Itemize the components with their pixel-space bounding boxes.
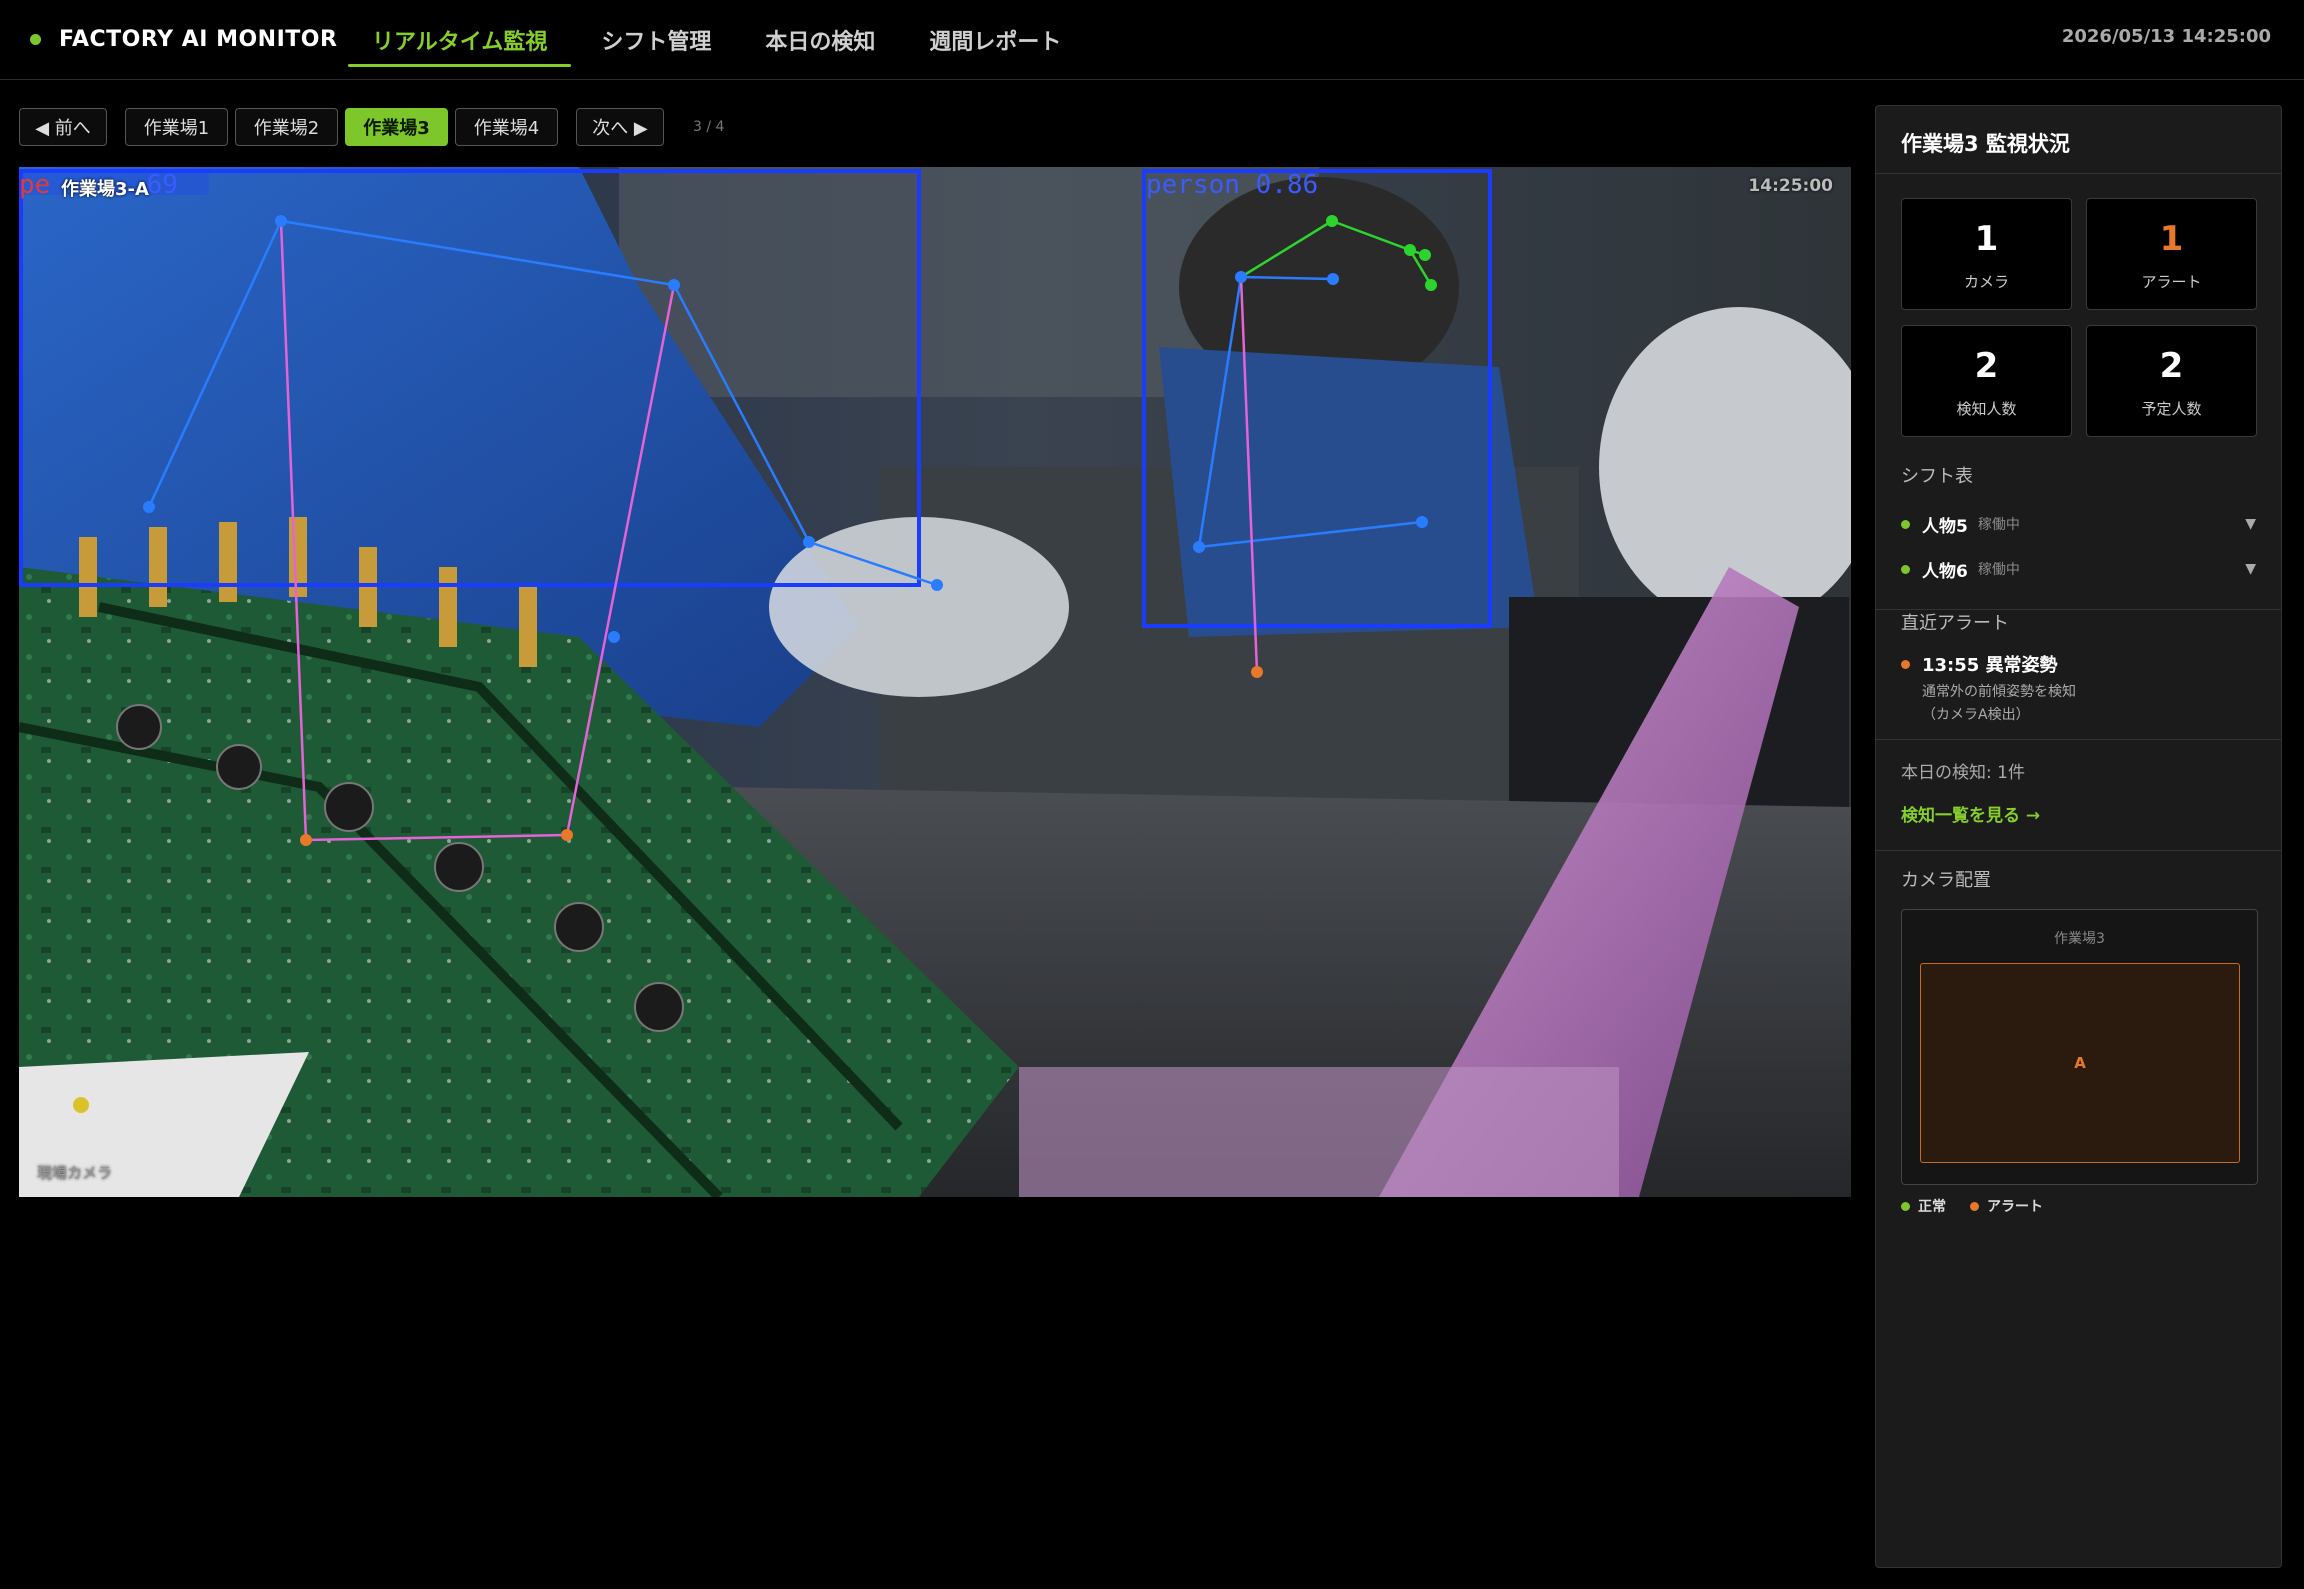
map-camera-label: A: [2074, 1054, 2086, 1072]
detection-label-2: person 0.86: [1146, 170, 1318, 200]
status-dot-icon: [1901, 519, 1910, 529]
camera-tab-1[interactable]: 作業場1: [125, 108, 228, 146]
next-button[interactable]: 次へ ▶: [576, 108, 664, 146]
tab-today-detections[interactable]: 本日の検知: [741, 0, 899, 80]
stat-label: 検知人数: [1956, 400, 2017, 418]
shift-status: 稼働中: [1977, 562, 2020, 578]
shift-row[interactable]: 人物5 稼働中 ▼: [1901, 510, 2256, 538]
alert-section-title: 直近アラート: [1901, 613, 2009, 634]
status-panel: 作業場3 監視状況 1 カメラ 1 アラート 2 検知人数 2 予定人数 シフト…: [1875, 105, 2282, 1568]
tab-shift-management[interactable]: シフト管理: [577, 0, 735, 80]
camera-map: 作業場3 A: [1901, 909, 2258, 1185]
stat-detected-people: 2 検知人数: [1901, 325, 2072, 437]
video-feed: pe .69 person 0.86 作業場3-A 14:25:00 現場カメラ: [19, 167, 1851, 1197]
map-legend: 正常 アラート: [1901, 1196, 2067, 1216]
clock: 2026/05/13 14:25:00: [2061, 26, 2271, 47]
stat-scheduled-people: 2 予定人数: [2086, 325, 2257, 437]
legend-label: アラート: [1987, 1199, 2043, 1215]
camera-timestamp: 14:25:00: [1748, 176, 1833, 196]
stat-label: カメラ: [1963, 273, 2009, 291]
brand-name: FACTORY AI MONITOR: [59, 26, 338, 52]
stat-alerts: 1 アラート: [2086, 198, 2257, 310]
divider: [1876, 173, 2281, 174]
shift-name: 人物5: [1922, 516, 1968, 537]
alert-item[interactable]: 13:55 異常姿勢 通常外の前傾姿勢を検知 （カメラA検出）: [1901, 651, 2261, 727]
divider: [1876, 850, 2281, 851]
shift-row[interactable]: 人物6 稼働中 ▼: [1901, 555, 2256, 583]
map-zone-label: 作業場3: [2054, 931, 2105, 947]
today-detection-count: 本日の検知: 1件: [1901, 763, 2025, 783]
alert-dot-icon: [1901, 660, 1910, 669]
alert-description: 通常外の前傾姿勢を検知 （カメラA検出）: [1922, 681, 2261, 727]
stat-value: 1: [1974, 219, 1999, 259]
tab-realtime-monitor[interactable]: リアルタイム監視: [348, 0, 572, 80]
alert-heading: 13:55 異常姿勢: [1922, 655, 2058, 676]
divider: [1876, 739, 2281, 740]
detection-label-prefix: pe: [19, 170, 50, 200]
shift-status: 稼働中: [1977, 517, 2020, 533]
camera-type-label: 現場カメラ: [37, 1164, 113, 1182]
legend-dot-icon: [1970, 1201, 1979, 1211]
alert-desc-line: （カメラA検出）: [1922, 707, 2030, 723]
view-detections-link[interactable]: 検知一覧を見る →: [1901, 801, 2040, 826]
prev-button[interactable]: ◀ 前へ: [19, 108, 107, 146]
map-camera-a[interactable]: A: [1920, 963, 2240, 1163]
legend-alert: アラート: [1970, 1196, 2043, 1216]
camera-label: 作業場3-A: [61, 179, 149, 200]
main-nav: リアルタイム監視 シフト管理 本日の検知 週間レポート: [348, 0, 1091, 80]
camera-frame-illustration: pe .69 person 0.86: [19, 167, 1851, 1197]
panel-title: 作業場3 監視状況: [1901, 132, 2070, 156]
camera-switcher: ◀ 前へ 作業場1 作業場2 作業場3 作業場4 次へ ▶ 3 / 4: [19, 107, 724, 147]
tab-weekly-report[interactable]: 週間レポート: [905, 0, 1085, 80]
status-dot-icon: [30, 33, 41, 45]
camera-tab-4[interactable]: 作業場4: [455, 108, 558, 146]
legend-normal: 正常: [1901, 1196, 1946, 1216]
stat-value: 2: [1974, 346, 1999, 386]
status-dot-icon: [1901, 564, 1910, 574]
legend-dot-icon: [1901, 1201, 1910, 1211]
camera-tab-2[interactable]: 作業場2: [235, 108, 338, 146]
stat-label: 予定人数: [2141, 400, 2202, 418]
camera-tab-3[interactable]: 作業場3: [345, 108, 448, 146]
stat-value: 2: [2159, 346, 2184, 386]
chevron-down-icon[interactable]: ▼: [2245, 561, 2256, 577]
legend-label: 正常: [1918, 1199, 1946, 1215]
shift-name: 人物6: [1922, 561, 1968, 582]
stat-label: アラート: [2141, 273, 2202, 291]
brand: FACTORY AI MONITOR: [30, 24, 337, 54]
map-section-title: カメラ配置: [1901, 870, 1991, 891]
chevron-down-icon[interactable]: ▼: [2245, 516, 2256, 532]
camera-count: 3 / 4: [693, 119, 725, 135]
stat-value: 1: [2159, 219, 2184, 259]
stat-cameras: 1 カメラ: [1901, 198, 2072, 310]
shift-section-title: シフト表: [1901, 466, 1973, 487]
top-bar: FACTORY AI MONITOR リアルタイム監視 シフト管理 本日の検知 …: [0, 0, 2304, 80]
alert-desc-line: 通常外の前傾姿勢を検知: [1922, 684, 2076, 700]
